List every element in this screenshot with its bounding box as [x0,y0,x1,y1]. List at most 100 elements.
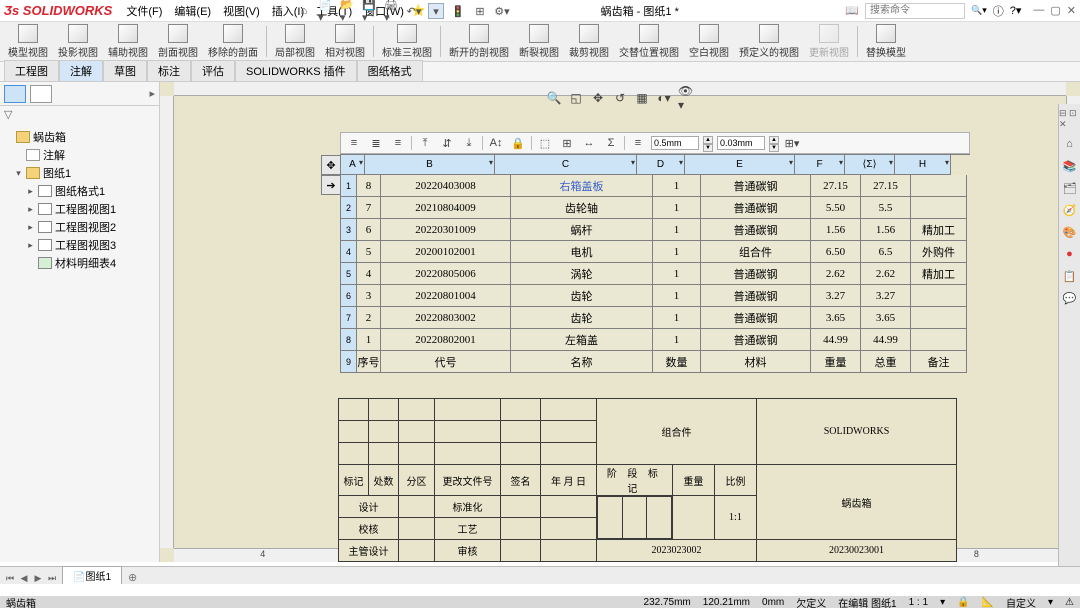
row-height-field[interactable] [717,136,765,150]
func-icon[interactable]: Σ [602,135,620,151]
col-hdr-f[interactable]: F▾ [795,155,845,175]
cell[interactable]: 普通碳钢 [701,285,811,307]
ribbon-model-view[interactable]: 模型视图 [4,24,52,59]
cell[interactable]: 电机 [511,241,653,263]
header-lock-icon[interactable]: 🔒 [509,135,527,151]
cell[interactable]: 20210804009 [381,197,511,219]
rebuild-icon[interactable]: 🚦 [450,3,466,19]
tab-next-icon[interactable]: ▶ [32,573,44,584]
zoom-area-icon[interactable]: ◱ [568,90,584,106]
cell[interactable]: 6 [357,219,381,241]
print-icon[interactable]: 🖨▾ [384,3,400,19]
cell[interactable]: 44.99 [811,329,861,351]
status-zoom[interactable]: 1 : 1 [909,597,928,608]
cell[interactable]: 总重 [861,351,911,373]
cell[interactable]: 备注 [911,351,967,373]
cell[interactable]: 蜗杆 [511,219,653,241]
tab-addins[interactable]: SOLIDWORKS 插件 [235,60,357,81]
thickness-icon[interactable]: ≡ [629,135,647,151]
table-row[interactable]: 6320220801004齿轮1普通碳钢3.273.27 [357,285,970,307]
cell[interactable]: 普通碳钢 [701,329,811,351]
design-lib-icon[interactable]: 🗂 [1062,180,1078,196]
user-icon[interactable]: ⓘ [993,3,1004,19]
table-row[interactable]: 1820220403008右箱盖板1普通碳钢27.1527.15 [357,175,970,197]
options-icon[interactable]: ⊞ [472,3,488,19]
tree-bom4[interactable]: 材料明细表4 [2,254,157,272]
cell[interactable]: 组合件 [701,241,811,263]
autofit-icon[interactable]: ↔ [580,135,598,151]
feature-tree-tab[interactable] [4,85,26,103]
row-header[interactable]: 9 [341,351,357,373]
valign-bot-icon[interactable]: ⤓ [460,135,478,151]
menu-edit[interactable]: 编辑(E) [170,1,215,21]
align-left-icon[interactable]: ≡ [345,135,363,151]
tab-sketch[interactable]: 草图 [103,60,147,81]
valign-top-icon[interactable]: ⤒ [416,135,434,151]
cell[interactable]: 3.27 [861,285,911,307]
cell[interactable]: 2.62 [811,263,861,285]
merge-icon[interactable]: ⬚ [536,135,554,151]
tree-view1[interactable]: ▸工程图视图1 [2,200,157,218]
table-row[interactable]: 7220220803002齿轮1普通碳钢3.653.65 [357,307,970,329]
cell[interactable]: 1 [653,175,701,197]
appearance-icon[interactable]: ● [1062,246,1078,262]
cell[interactable]: 20220403008 [381,175,511,197]
col-width-field[interactable] [651,136,699,150]
valign-mid-icon[interactable]: ⇵ [438,135,456,151]
cell[interactable]: 1.56 [811,219,861,241]
cell[interactable]: 精加工 [911,263,967,285]
cell[interactable]: 6.50 [811,241,861,263]
col-hdr-b[interactable]: B▾ [365,155,495,175]
tab-annotation[interactable]: 注解 [59,60,103,81]
ribbon-altpos[interactable]: 交替位置视图 [615,24,683,59]
cell[interactable]: 1 [653,307,701,329]
cell[interactable]: 普通碳钢 [701,307,811,329]
cell[interactable]: 齿轮轴 [511,197,653,219]
cell[interactable]: 普通碳钢 [701,175,811,197]
split-icon[interactable]: ⊞ [558,135,576,151]
tab-sheetformat[interactable]: 图纸格式 [357,60,423,81]
cell[interactable]: 右箱盖板 [511,175,653,197]
ribbon-broken-section[interactable]: 断开的剖视图 [445,24,513,59]
row-header[interactable]: 5 [341,263,357,285]
bom-table-editor[interactable]: ≡ ≣ ≡ ⤒ ⇵ ⤓ A↕ 🔒 ⬚ ⊞ ↔ Σ ≡ ▲▼ ▲▼ ⊞▾ [340,132,970,373]
cell[interactable]: 8 [357,175,381,197]
select-icon[interactable]: ▾ [428,3,444,19]
help-q-icon[interactable]: ?▾ [1010,4,1022,17]
cell[interactable]: 1 [653,285,701,307]
row-header[interactable]: 3 [341,219,357,241]
hide-show-icon[interactable]: 👁▾ [678,90,694,106]
tree-sheet1[interactable]: ▾图纸1 [2,164,157,182]
cell[interactable]: 精加工 [911,219,967,241]
cell[interactable]: 材料 [701,351,811,373]
cell[interactable]: 左箱盖 [511,329,653,351]
col-hdr-e[interactable]: E▾ [685,155,795,175]
tab-last-icon[interactable]: ⏭ [46,573,58,584]
table-row[interactable]: 5420220805006涡轮1普通碳钢2.622.62精加工 [357,263,970,285]
settings-icon[interactable]: ⚙▾ [494,3,510,19]
cell[interactable]: 5 [357,241,381,263]
cell[interactable]: 3.27 [811,285,861,307]
home-tab-icon[interactable]: ⌂ [1062,136,1078,152]
home-icon[interactable]: ⌂ [296,3,312,19]
cell[interactable]: 序号 [357,351,381,373]
align-center-icon[interactable]: ≣ [367,135,385,151]
tab-evaluate[interactable]: 评估 [191,60,235,81]
cell[interactable]: 27.15 [861,175,911,197]
ribbon-detail[interactable]: 局部视图 [271,24,319,59]
col-hdr-g[interactable]: ⟨Σ⟩▾ [845,155,895,175]
table-row[interactable]: 8120220802001左箱盖1普通碳钢44.9944.99 [357,329,970,351]
cell[interactable] [911,197,967,219]
save-icon[interactable]: 💾▾ [362,3,378,19]
table-row[interactable]: 9序号代号名称数量材料重量总重备注 [357,351,970,373]
open-icon[interactable]: 📂▾ [340,3,356,19]
cell[interactable]: 3.65 [811,307,861,329]
cell[interactable]: 齿轮 [511,307,653,329]
cell[interactable]: 涡轮 [511,263,653,285]
expand-arrow-icon[interactable]: ➔ [321,175,341,195]
cell[interactable] [911,285,967,307]
ribbon-section[interactable]: 剖面视图 [154,24,202,59]
cell[interactable]: 44.99 [861,329,911,351]
cell[interactable]: 20220301009 [381,219,511,241]
cell[interactable]: 名称 [511,351,653,373]
